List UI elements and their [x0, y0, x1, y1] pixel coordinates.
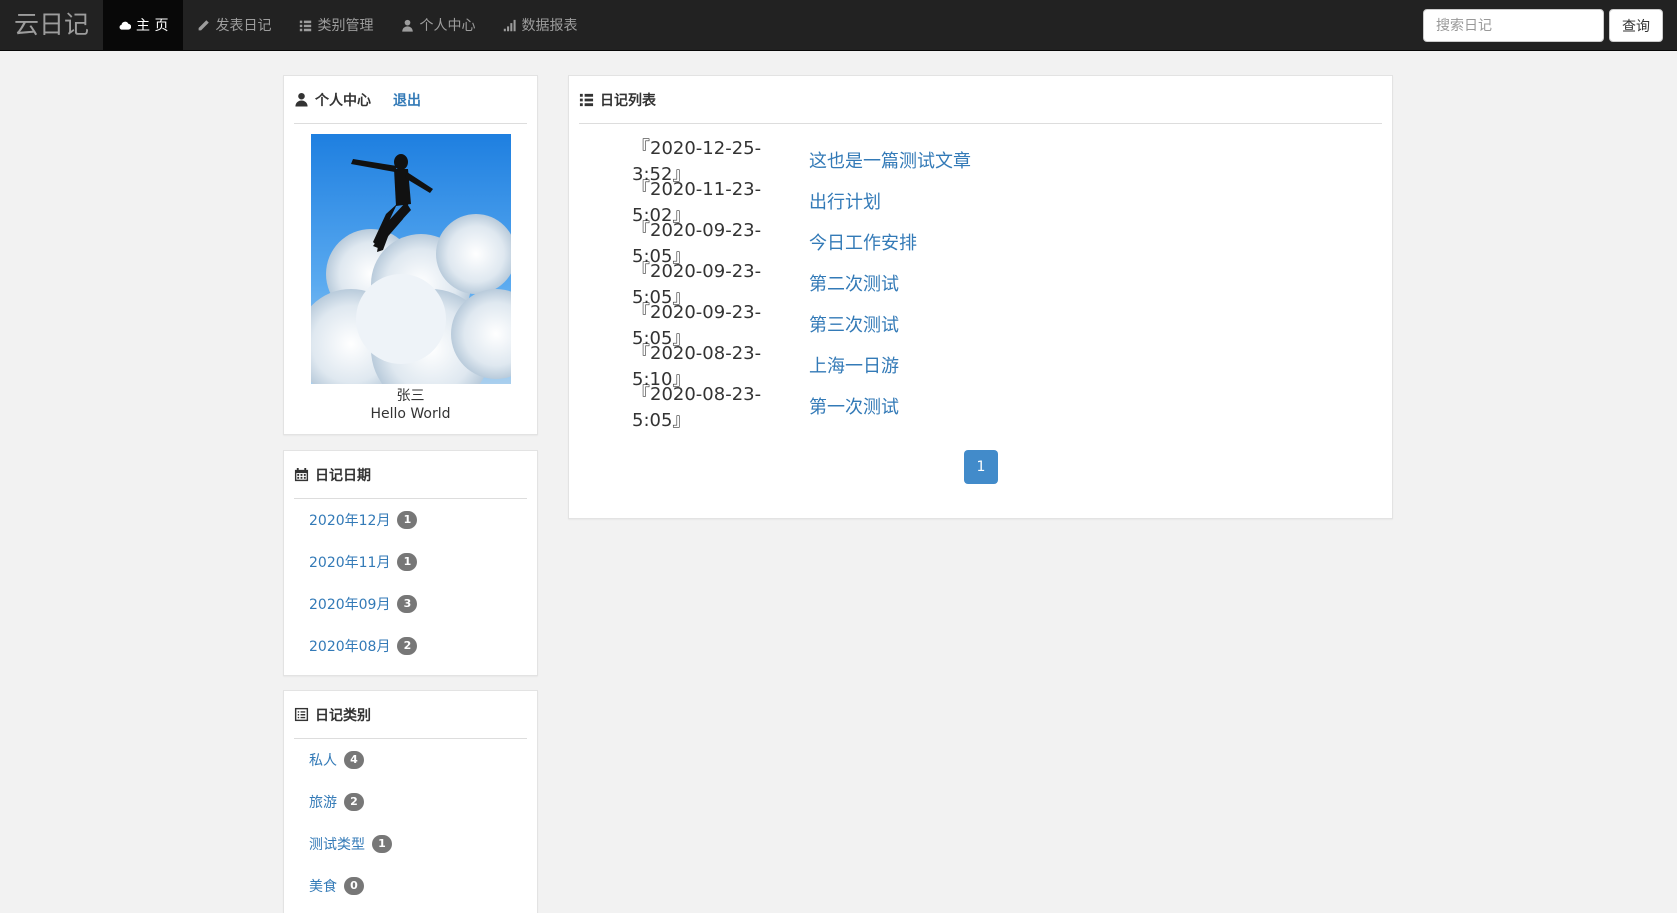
main-nav: 主 页 发表日记 类别管理 个人中心 数据报表: [103, 0, 591, 50]
pagination-page-1[interactable]: 1: [964, 450, 998, 484]
nav-category-manage-label: 类别管理: [317, 18, 374, 34]
pencil-icon: [199, 19, 210, 30]
list-icon: [300, 20, 312, 31]
user-icon: [295, 92, 308, 107]
category-link[interactable]: 私人: [309, 750, 337, 770]
entry-title-link[interactable]: 第二次测试: [809, 270, 899, 296]
categories-title: 日记类别: [315, 707, 371, 724]
user-icon: [402, 19, 414, 32]
diary-list-panel: 日记列表 『2020-12-25-3:52』 这也是一篇测试文章 『2020-11…: [568, 75, 1393, 519]
count-badge: 1: [397, 553, 418, 571]
avatar-image: [311, 134, 511, 384]
nav-personal-center[interactable]: 个人中心: [387, 0, 489, 50]
logout-link[interactable]: 退出: [393, 90, 421, 110]
nav-home[interactable]: 主 页: [103, 0, 184, 50]
nav-write-diary-label: 发表日记: [215, 18, 272, 34]
count-badge: 2: [397, 637, 418, 655]
entry-title-link[interactable]: 第三次测试: [809, 311, 899, 337]
entry-title-link[interactable]: 这也是一篇测试文章: [809, 147, 971, 173]
list-item: 美食 0: [309, 865, 392, 907]
list-item: 2020年08月 2: [309, 625, 418, 667]
dates-title: 日记日期: [315, 467, 371, 484]
list-alt-icon: [294, 707, 309, 722]
profile-heading: 个人中心 退出: [294, 76, 527, 124]
dates-heading: 日记日期: [294, 451, 527, 499]
date-link[interactable]: 2020年09月: [309, 594, 390, 614]
profile-motto: Hello World: [370, 406, 451, 422]
calendar-icon: [294, 467, 309, 482]
nav-write-diary[interactable]: 发表日记: [183, 0, 285, 50]
diary-dates-panel: 日记日期 2020年12月 1 2020年11月 1 2020年09月 3 2020年…: [283, 450, 538, 676]
profile-panel: 个人中心 退出 张三 Hello World: [283, 75, 538, 435]
category-link[interactable]: 美食: [309, 876, 337, 896]
category-link[interactable]: 旅游: [309, 792, 337, 812]
nav-home-label: 主 页: [136, 18, 169, 34]
date-link[interactable]: 2020年12月: [309, 510, 390, 530]
profile-title: 个人中心: [315, 92, 371, 109]
list-icon: [579, 93, 594, 107]
nav-personal-center-label: 个人中心: [419, 18, 476, 34]
entry-date: 『2020-08-23-5:05』: [632, 383, 762, 431]
dates-list: 2020年12月 1 2020年11月 1 2020年09月 3 2020年08月 2: [309, 499, 418, 667]
list-item: 旅游 2: [309, 781, 392, 823]
category-link[interactable]: 测试类型: [309, 834, 365, 854]
list-item: 私人 4: [309, 739, 392, 781]
count-badge: 1: [372, 835, 392, 853]
categories-heading: 日记类别: [294, 691, 527, 739]
entry-title-link[interactable]: 第一次测试: [809, 393, 899, 419]
nav-category-manage[interactable]: 类别管理: [285, 0, 387, 50]
diary-title: 日记列表: [600, 92, 656, 109]
diary-categories-panel: 日记类别 私人 4 旅游 2 测试类型 1 美食 0: [283, 690, 538, 913]
list-item: 2020年09月 3: [309, 583, 418, 625]
count-badge: 3: [397, 595, 418, 613]
avatar: [311, 134, 511, 384]
count-badge: 4: [344, 751, 364, 769]
profile-name: 张三: [396, 388, 425, 404]
entry-title-link[interactable]: 出行计划: [809, 188, 881, 214]
count-badge: 2: [344, 793, 364, 811]
top-navbar: 云日记 主 页 发表日记 类别管理 个人中心 数据报表 查询: [0, 0, 1677, 51]
entry-title-link[interactable]: 上海一日游: [809, 352, 899, 378]
count-badge: 1: [397, 511, 418, 529]
brand-logo[interactable]: 云日记: [14, 8, 89, 42]
search-button[interactable]: 查询: [1609, 9, 1663, 42]
nav-data-report[interactable]: 数据报表: [489, 0, 591, 50]
diary-heading: 日记列表: [579, 76, 1382, 124]
date-link[interactable]: 2020年11月: [309, 552, 390, 572]
list-item: 2020年12月 1: [309, 499, 418, 541]
cloud-icon: [119, 21, 131, 30]
nav-data-report-label: 数据报表: [521, 18, 578, 34]
date-link[interactable]: 2020年08月: [309, 636, 390, 656]
categories-list: 私人 4 旅游 2 测试类型 1 美食 0: [309, 739, 392, 907]
search-input[interactable]: [1423, 9, 1604, 42]
list-item: 测试类型 1: [309, 823, 392, 865]
signal-icon: [504, 19, 517, 31]
diary-entries: 『2020-12-25-3:52』 这也是一篇测试文章 『2020-11-23-5…: [632, 138, 971, 431]
entry-title-link[interactable]: 今日工作安排: [809, 229, 917, 255]
list-item: 『2020-08-23-5:05』 第一次测试: [632, 384, 971, 431]
count-badge: 0: [344, 877, 364, 895]
list-item: 2020年11月 1: [309, 541, 418, 583]
